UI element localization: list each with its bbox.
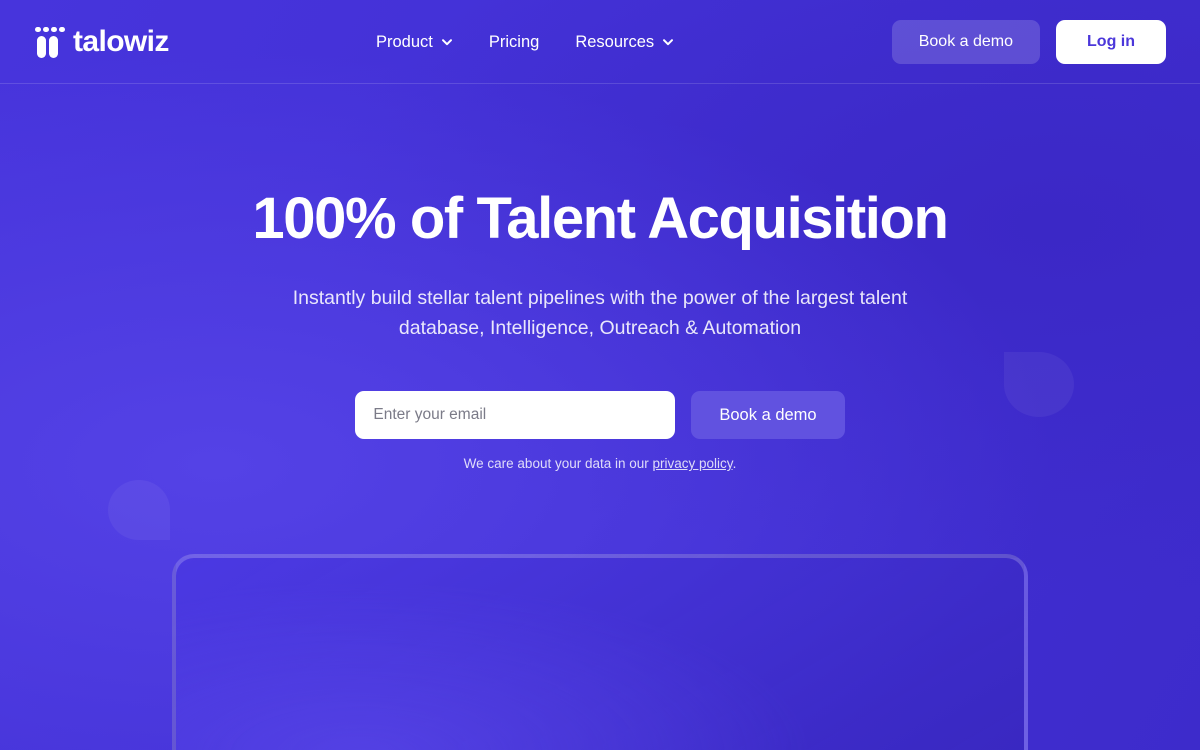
privacy-policy-link[interactable]: privacy policy: [653, 456, 733, 471]
main-nav: Product Pricing Resources: [376, 0, 674, 84]
email-input[interactable]: [355, 391, 676, 440]
chevron-down-icon: [663, 39, 674, 46]
nav-item-product-label: Product: [376, 32, 433, 51]
header-book-demo-button[interactable]: Book a demo: [891, 20, 1041, 64]
logo-text: talowiz: [73, 24, 169, 58]
nav-item-pricing[interactable]: Pricing: [489, 33, 539, 52]
login-button[interactable]: Log in: [1056, 20, 1166, 64]
hero-subheadline: Instantly build stellar talent pipelines…: [292, 286, 908, 339]
logo[interactable]: talowiz: [34, 20, 169, 64]
hero-book-demo-button[interactable]: Book a demo: [691, 391, 845, 440]
privacy-prefix-text: We care about your data in our: [463, 456, 653, 472]
privacy-suffix-text: .: [732, 456, 737, 472]
hero-cta-row: Book a demo: [0, 391, 1200, 440]
privacy-notice: We care about your data in our privacy p…: [0, 456, 1200, 471]
chevron-down-icon: [441, 39, 452, 46]
header-actions: Book a demo Log in: [891, 0, 1166, 84]
product-screenshot-frame: [172, 554, 1028, 750]
nav-item-resources-label: Resources: [575, 32, 655, 51]
nav-item-resources[interactable]: Resources: [575, 33, 674, 52]
nav-item-product[interactable]: Product: [376, 33, 453, 52]
nav-item-pricing-label: Pricing: [488, 32, 540, 51]
site-header: talowiz Product Pricing Resources Book a…: [0, 0, 1200, 84]
page-background: talowiz Product Pricing Resources Book a…: [0, 0, 1200, 750]
talowiz-logo-icon: [34, 25, 68, 59]
hero-headline: 100% of Talent Acquisition: [252, 186, 949, 251]
hero-section: 100% of Talent Acquisition Instantly bui…: [0, 84, 1200, 471]
drop-shape-left-icon: [108, 480, 170, 540]
